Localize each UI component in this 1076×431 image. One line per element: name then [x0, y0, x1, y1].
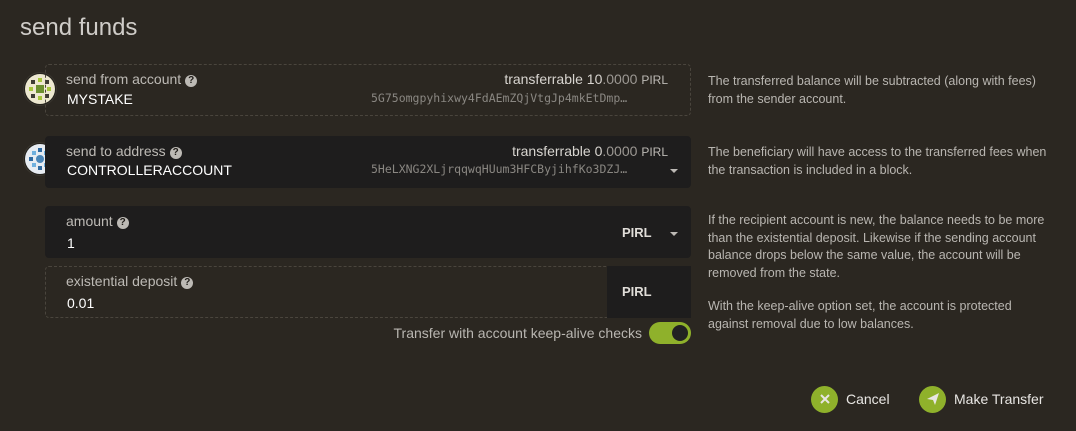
keepalive-label: Transfer with account keep-alive checks — [393, 325, 642, 341]
existential-unit-box: PIRL — [607, 266, 691, 318]
existential-unit: PIRL — [622, 284, 652, 299]
sender-balance: transferrable 10.0000 PIRL — [504, 71, 668, 87]
help-icon[interactable]: ? — [185, 75, 198, 87]
recipient-balance: transferrable 0.0000 PIRL — [512, 143, 668, 159]
help-icon[interactable]: ? — [169, 147, 182, 159]
send-from-field[interactable]: send from account? MYSTAKE transferrable… — [45, 64, 691, 116]
existential-deposit-field: existential deposit? 0.01 PIRL — [45, 266, 691, 318]
make-transfer-label: Make Transfer — [954, 391, 1044, 407]
keepalive-help: With the keep-alive option set, the acco… — [708, 299, 1012, 331]
toggle-knob — [672, 325, 688, 341]
amount-field[interactable]: amount? 1 PIRL — [45, 206, 691, 258]
recipient-name: CONTROLLERACCOUNT — [67, 162, 232, 178]
send-to-help: The beneficiary will have access to the … — [708, 145, 1047, 177]
amount-unit-select[interactable]: PIRL — [622, 225, 652, 240]
paper-plane-icon — [919, 385, 946, 413]
send-to-label: send to address — [66, 143, 166, 159]
sender-address: 5G75omgpyhixwy4FdAEmZQjVtgJp4mkEtDmp… — [371, 91, 628, 105]
send-to-field[interactable]: send to address? CONTROLLERACCOUNT trans… — [45, 136, 691, 188]
chevron-down-icon[interactable] — [670, 169, 678, 173]
keepalive-toggle[interactable] — [649, 322, 691, 344]
send-from-help: The transferred balance will be subtract… — [708, 74, 1036, 106]
existential-deposit-value: 0.01 — [67, 295, 95, 311]
cancel-label: Cancel — [846, 391, 890, 407]
sender-name: MYSTAKE — [67, 91, 133, 107]
page-title: send funds — [20, 14, 138, 41]
send-from-label: send from account — [66, 71, 182, 87]
help-icon[interactable]: ? — [181, 277, 194, 289]
amount-input[interactable]: 1 — [67, 235, 75, 251]
help-icon[interactable]: ? — [116, 217, 129, 229]
chevron-down-icon[interactable] — [670, 232, 678, 236]
make-transfer-button[interactable]: Make Transfer — [919, 385, 1043, 413]
cancel-button[interactable]: Cancel — [811, 385, 890, 413]
existential-deposit-label: existential deposit — [66, 273, 178, 289]
recipient-address: 5HeLXNG2XLjrqqwqHUum3HFCByjihfKo3DZJ… — [371, 162, 628, 176]
amount-help: If the recipient account is new, the bal… — [708, 213, 1045, 280]
amount-label: amount — [66, 213, 113, 229]
close-icon — [811, 385, 838, 413]
